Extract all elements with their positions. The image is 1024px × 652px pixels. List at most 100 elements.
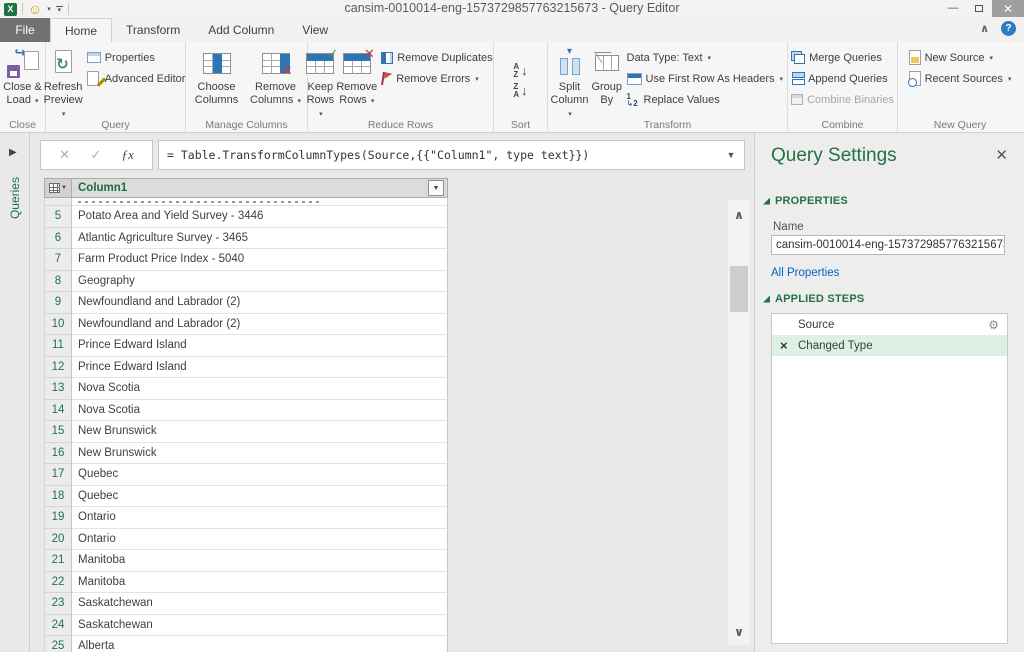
group-label-sort: Sort <box>494 119 547 131</box>
cell[interactable]: Farm Product Price Index - 5040 <box>72 249 448 271</box>
table-row[interactable]: 12Prince Edward Island <box>44 357 448 379</box>
table-row[interactable]: 6Atlantic Agriculture Survey - 3465 <box>44 228 448 250</box>
formula-bar[interactable]: = Table.TransformColumnTypes(Source,{{"C… <box>158 140 745 170</box>
table-row[interactable]: 11Prince Edward Island <box>44 335 448 357</box>
cell[interactable]: Geography <box>72 271 448 293</box>
cell[interactable]: Prince Edward Island <box>72 357 448 379</box>
fx-icon[interactable]: ƒx <box>122 147 134 163</box>
table-row[interactable]: 21Manitoba <box>44 550 448 572</box>
table-row[interactable]: 5Potato Area and Yield Survey - 3446 <box>44 206 448 228</box>
vertical-scrollbar[interactable]: ∧ ∨ <box>728 200 750 645</box>
cell[interactable]: Newfoundland and Labrador (2) <box>72 314 448 336</box>
all-properties-link[interactable]: All Properties <box>771 267 839 279</box>
cell[interactable]: New Brunswick <box>72 443 448 465</box>
split-column-button[interactable]: ▾ Split Column ▾ <box>550 45 589 121</box>
remove-columns-button[interactable]: ✕ Remove Columns ▾ <box>247 45 305 107</box>
cell[interactable]: Saskatchewan <box>72 593 448 615</box>
filter-dropdown-button[interactable]: ▼ <box>428 180 444 196</box>
table-row[interactable]: 20Ontario <box>44 529 448 551</box>
close-panel-icon[interactable]: ✕ <box>995 149 1008 163</box>
confirm-formula-icon[interactable]: ✓ <box>90 147 101 163</box>
delete-step-icon[interactable]: × <box>780 339 788 352</box>
use-first-row-as-headers-button[interactable]: Use First Row As Headers▾ <box>625 68 786 89</box>
scroll-up-icon[interactable]: ∧ <box>728 208 750 222</box>
cell[interactable]: Ontario <box>72 529 448 551</box>
cancel-formula-icon[interactable]: ✕ <box>59 147 70 163</box>
applied-steps-section-header[interactable]: APPLIED STEPS <box>763 293 864 305</box>
gear-icon[interactable]: ⚙ <box>988 318 999 332</box>
ribbon-group-sort: AZ↓ ZA↓ Sort <box>494 42 548 132</box>
data-type-button[interactable]: Data Type: Text▾ <box>625 47 786 68</box>
cell[interactable]: Alberta <box>72 636 448 652</box>
cell[interactable]: Saskatchewan <box>72 615 448 637</box>
minimize-button[interactable]: — <box>940 0 966 16</box>
cell[interactable]: Potato Area and Yield Survey - 3446 <box>72 206 448 228</box>
cell[interactable]: Manitoba <box>72 550 448 572</box>
table-row[interactable]: 9Newfoundland and Labrador (2) <box>44 292 448 314</box>
properties-button[interactable]: Properties <box>85 47 188 68</box>
column-header[interactable]: Column1 ▼ <box>72 178 448 198</box>
grid-corner-menu[interactable]: ▼ <box>44 178 72 198</box>
table-row[interactable]: 25Alberta <box>44 636 448 652</box>
cell[interactable]: Quebec <box>72 464 448 486</box>
cell[interactable]: Newfoundland and Labrador (2) <box>72 292 448 314</box>
replace-values-button[interactable]: 1↳2 Replace Values <box>625 89 786 110</box>
table-row[interactable]: 13Nova Scotia <box>44 378 448 400</box>
queries-pane-label[interactable]: Queries <box>8 177 22 219</box>
table-row[interactable]: 22Manitoba <box>44 572 448 594</box>
recent-sources-button[interactable]: Recent Sources▾ <box>907 68 1014 89</box>
step-changed-type[interactable]: × Changed Type <box>772 335 1007 356</box>
sort-ascending-button[interactable]: AZ↓ <box>513 63 527 79</box>
table-row[interactable]: 10Newfoundland and Labrador (2) <box>44 314 448 336</box>
scrollbar-thumb[interactable] <box>730 266 748 312</box>
tab-view[interactable]: View <box>288 18 342 42</box>
remove-duplicates-button[interactable]: Remove Duplicates <box>379 47 494 68</box>
table-row[interactable]: 8Geography <box>44 271 448 293</box>
tab-home[interactable]: Home <box>50 18 112 42</box>
table-row[interactable]: 16New Brunswick <box>44 443 448 465</box>
refresh-preview-button[interactable]: ↻ Refresh Preview ▾ <box>44 45 83 121</box>
table-row[interactable]: 19Ontario <box>44 507 448 529</box>
cell[interactable]: Ontario <box>72 507 448 529</box>
cell[interactable]: Prince Edward Island <box>72 335 448 357</box>
formula-expand-icon[interactable]: ▼ <box>718 150 744 160</box>
remove-rows-button[interactable]: ✕ Remove Rows ▾ <box>336 45 377 107</box>
properties-section-header[interactable]: PROPERTIES <box>763 195 848 207</box>
help-icon[interactable]: ? <box>1001 21 1016 36</box>
tab-file[interactable]: File <box>0 18 50 42</box>
sort-descending-button[interactable]: ZA↓ <box>513 83 527 99</box>
new-source-button[interactable]: New Source▾ <box>907 47 1014 68</box>
close-and-load-button[interactable]: ↪ Close & Load ▾ <box>2 45 43 107</box>
formula-input[interactable]: = Table.TransformColumnTypes(Source,{{"C… <box>159 148 718 162</box>
advanced-editor-button[interactable]: Advanced Editor <box>85 68 188 89</box>
table-row[interactable]: 14Nova Scotia <box>44 400 448 422</box>
scroll-down-icon[interactable]: ∨ <box>728 625 750 639</box>
cell[interactable]: Quebec <box>72 486 448 508</box>
replace-values-icon: 1↳2 <box>627 93 640 107</box>
remove-errors-button[interactable]: Remove Errors▾ <box>379 68 494 89</box>
cell[interactable]: Manitoba <box>72 572 448 594</box>
expand-pane-icon[interactable]: ▶ <box>9 147 17 158</box>
merge-queries-button[interactable]: Merge Queries <box>789 47 896 68</box>
collapse-ribbon-icon[interactable]: ∧ <box>980 22 989 35</box>
table-row[interactable]: 15New Brunswick <box>44 421 448 443</box>
table-row[interactable]: 24Saskatchewan <box>44 615 448 637</box>
append-queries-button[interactable]: Append Queries <box>789 68 896 89</box>
cell[interactable]: New Brunswick <box>72 421 448 443</box>
keep-rows-button[interactable]: ✓ Keep Rows ▾ <box>306 45 334 121</box>
tab-add-column[interactable]: Add Column <box>194 18 288 42</box>
cell[interactable]: Nova Scotia <box>72 378 448 400</box>
tab-transform[interactable]: Transform <box>112 18 194 42</box>
cell[interactable]: Atlantic Agriculture Survey - 3465 <box>72 228 448 250</box>
cell[interactable]: Nova Scotia <box>72 400 448 422</box>
group-by-button[interactable]: Group By <box>591 45 623 107</box>
table-row[interactable]: 18Quebec <box>44 486 448 508</box>
table-row[interactable]: 23Saskatchewan <box>44 593 448 615</box>
maximize-button[interactable] <box>966 0 992 16</box>
table-row[interactable]: 17Quebec <box>44 464 448 486</box>
query-name-input[interactable]: cansim-0010014-eng-1573729857763215673 <box>771 235 1005 255</box>
choose-columns-button[interactable]: Choose Columns <box>189 45 245 107</box>
table-row[interactable]: 7Farm Product Price Index - 5040 <box>44 249 448 271</box>
step-source[interactable]: Source ⚙ <box>772 314 1007 335</box>
close-button[interactable]: ✕ <box>992 0 1024 17</box>
